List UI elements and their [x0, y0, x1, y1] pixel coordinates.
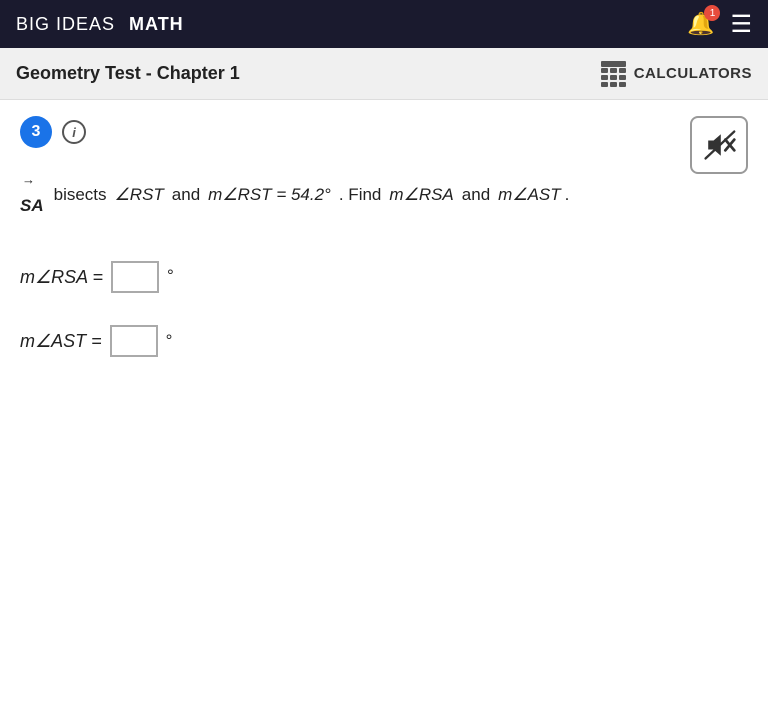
calculators-label: CALCULATORS — [634, 65, 752, 82]
ray-SA: → SA — [20, 168, 44, 222]
notification-badge: 1 — [704, 5, 720, 21]
logo-math: MATH — [129, 14, 184, 35]
answer1-box[interactable] — [111, 261, 159, 293]
given-measure: m∠RST = 54.2° — [208, 180, 331, 211]
top-navigation-bar: BIG IDEAS MATH 🔔 1 ☰ — [0, 0, 768, 48]
angle-RST: ∠RST — [115, 180, 164, 211]
answer2-degree: ° — [166, 326, 173, 357]
answer-row-2: m∠AST = ° — [20, 325, 748, 357]
answer2-input[interactable] — [112, 329, 156, 357]
ray-label: SA — [20, 191, 44, 222]
find-text: . Find — [339, 180, 382, 211]
calculators-button[interactable]: CALCULATORS — [601, 61, 752, 87]
answer2-label: m∠AST = — [20, 325, 102, 357]
nav-icons: 🔔 1 ☰ — [687, 10, 752, 39]
find-m-RSA: m∠RSA — [389, 180, 453, 211]
main-content: 3 i → SA bisects ∠RST and m∠RST = 54.2° … — [0, 100, 768, 405]
problem-area: → SA bisects ∠RST and m∠RST = 54.2° . Fi… — [20, 168, 748, 357]
and1-text: and — [172, 180, 200, 211]
info-label: i — [72, 125, 76, 140]
question-row: 3 i — [20, 116, 748, 148]
hamburger-icon: ☰ — [730, 10, 752, 39]
answer1-label: m∠RSA = — [20, 261, 103, 293]
speaker-button[interactable] — [690, 116, 748, 174]
period-end: . — [565, 180, 570, 211]
hamburger-menu-button[interactable]: ☰ — [730, 10, 752, 39]
problem-line-1: → SA bisects ∠RST and m∠RST = 54.2° . Fi… — [20, 168, 748, 222]
info-button[interactable]: i — [62, 120, 86, 144]
calculator-icon — [601, 61, 626, 87]
subtitle-bar: Geometry Test - Chapter 1 CALCULATORS — [0, 48, 768, 100]
answer1-degree: ° — [167, 261, 174, 292]
answer1-input[interactable] — [113, 264, 157, 292]
notification-button[interactable]: 🔔 1 — [687, 11, 714, 37]
and2-text: and — [462, 180, 490, 211]
answer-row-1: m∠RSA = ° — [20, 261, 748, 293]
chapter-title: Geometry Test - Chapter 1 — [16, 63, 240, 84]
speaker-muted-icon — [701, 127, 737, 163]
bisects-text: bisects — [54, 180, 107, 211]
find-m-AST: m∠AST — [498, 180, 560, 211]
question-number: 3 — [20, 116, 52, 148]
answer2-box[interactable] — [110, 325, 158, 357]
logo-area: BIG IDEAS MATH — [16, 14, 184, 35]
logo-big-ideas: BIG IDEAS — [16, 14, 115, 35]
